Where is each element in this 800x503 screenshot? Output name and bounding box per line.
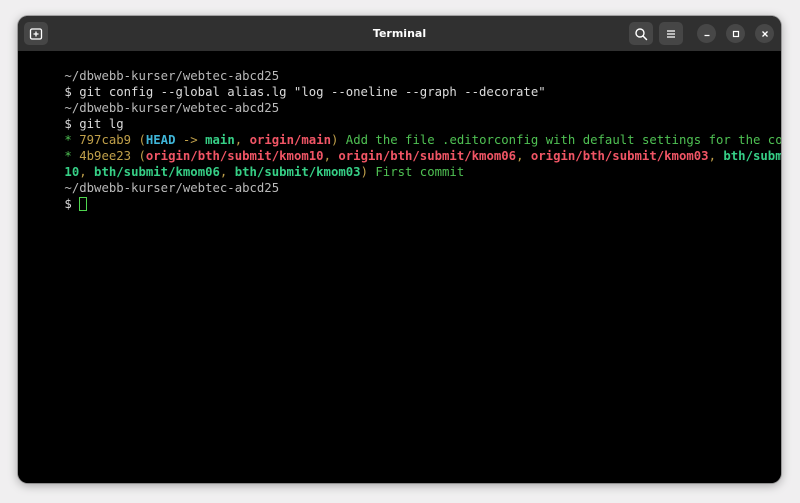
terminal-line: ~/dbwebb-kurser/webtec-abcd25 xyxy=(20,84,279,115)
hamburger-menu-icon xyxy=(667,29,675,38)
minimize-button[interactable] xyxy=(697,24,716,43)
new-tab-button[interactable] xyxy=(24,22,48,45)
ref-separator: , xyxy=(708,149,724,163)
terminal-output[interactable]: ~/dbwebb-kurser/webtec-abcd25 $ git conf… xyxy=(18,51,781,483)
maximize-icon xyxy=(732,30,739,37)
close-icon xyxy=(761,30,768,37)
close-button[interactable] xyxy=(755,24,774,43)
log-line: 10, bth/submit/kmom06, bth/submit/kmom03… xyxy=(20,148,464,179)
minimize-icon xyxy=(704,34,709,36)
local-branch: bth/submit/kmom xyxy=(723,149,781,163)
new-tab-icon xyxy=(29,27,43,40)
ref-close: ) xyxy=(360,165,368,179)
log-line: * 797cab9 (HEAD -> main, origin/main) Ad… xyxy=(20,116,781,147)
search-icon xyxy=(635,27,648,40)
ref-separator: , xyxy=(516,149,531,163)
path-text: ~/dbwebb-kurser/webtec-abcd25 xyxy=(64,181,280,195)
terminal-line: $ git config --global alias.lg "log --on… xyxy=(20,68,545,99)
remote-branch: origin/bth/submit/kmom03 xyxy=(530,149,709,163)
titlebar[interactable]: Terminal xyxy=(18,16,781,51)
terminal-line: ~/dbwebb-kurser/webtec-abcd25 xyxy=(20,52,279,83)
text-cursor xyxy=(79,197,88,211)
menu-button[interactable] xyxy=(659,22,683,45)
commit-message: First commit xyxy=(367,165,465,179)
terminal-line: ~/dbwebb-kurser/webtec-abcd25 xyxy=(20,164,279,195)
terminal-line: $ git lg xyxy=(20,100,123,131)
log-line: * 4b9ee23 (origin/bth/submit/kmom10, ori… xyxy=(20,132,781,163)
maximize-button[interactable] xyxy=(726,24,745,43)
search-button[interactable] xyxy=(629,22,653,45)
terminal-window: Terminal ~/dbwebb-kurser/webtec-abcd25 $… xyxy=(18,16,781,483)
prompt-symbol: $ xyxy=(64,197,80,211)
terminal-line: $ xyxy=(20,180,88,211)
